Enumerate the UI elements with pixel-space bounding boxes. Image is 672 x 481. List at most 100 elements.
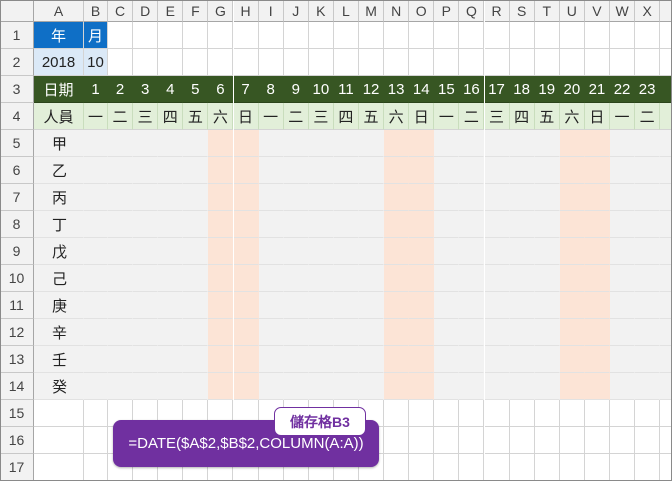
cell-shift[interactable] — [635, 373, 661, 400]
cell[interactable] — [133, 49, 159, 76]
cell[interactable] — [534, 427, 560, 454]
cell-shift[interactable] — [283, 130, 309, 157]
cell-day-number[interactable]: 21 — [584, 76, 610, 103]
cell[interactable] — [509, 427, 535, 454]
cell-shift[interactable] — [484, 373, 510, 400]
cell[interactable] — [509, 22, 535, 49]
cell[interactable] — [34, 427, 84, 454]
column-header-J[interactable]: J — [283, 0, 309, 22]
row-header-16[interactable]: 16 — [0, 427, 34, 454]
cell[interactable] — [84, 454, 108, 481]
cell-shift[interactable] — [158, 157, 184, 184]
column-header-X[interactable]: X — [635, 0, 661, 22]
cell[interactable] — [610, 49, 636, 76]
cell-shift[interactable] — [534, 265, 560, 292]
cell-shift[interactable] — [108, 184, 134, 211]
cell-shift[interactable] — [133, 184, 159, 211]
cell[interactable] — [283, 22, 309, 49]
cell-shift[interactable] — [258, 157, 284, 184]
cell-weekday[interactable]: 日 — [584, 103, 610, 130]
cell-shift[interactable] — [283, 265, 309, 292]
cell[interactable] — [308, 49, 334, 76]
cell-weekend-shift[interactable] — [208, 238, 234, 265]
cell-weekend-shift[interactable] — [559, 184, 585, 211]
cell-weekday[interactable] — [660, 103, 672, 130]
cell-shift[interactable] — [509, 157, 535, 184]
cell-shift[interactable] — [635, 346, 661, 373]
cell-shift[interactable] — [660, 265, 672, 292]
cell[interactable] — [384, 22, 410, 49]
cell-weekend-shift[interactable] — [208, 346, 234, 373]
row-header-5[interactable]: 5 — [0, 130, 34, 157]
row-header-8[interactable]: 8 — [0, 211, 34, 238]
cell-weekend-shift[interactable] — [409, 130, 435, 157]
cell-shift[interactable] — [308, 184, 334, 211]
cell-shift[interactable] — [333, 157, 359, 184]
cell-shift[interactable] — [183, 319, 209, 346]
cell-weekday[interactable]: 六 — [559, 103, 585, 130]
cell-weekend-shift[interactable] — [409, 211, 435, 238]
column-header-G[interactable]: G — [208, 0, 234, 22]
cell-weekday[interactable]: 一 — [84, 103, 108, 130]
cell-shift[interactable] — [534, 346, 560, 373]
cell-shift[interactable] — [359, 346, 385, 373]
cell[interactable] — [258, 49, 284, 76]
cell-shift[interactable] — [459, 346, 485, 373]
cell-shift[interactable] — [509, 319, 535, 346]
column-header-A[interactable]: A — [34, 0, 84, 22]
cell-shift[interactable] — [484, 238, 510, 265]
cell-shift[interactable] — [635, 292, 661, 319]
cell[interactable] — [534, 49, 560, 76]
cell-shift[interactable] — [635, 157, 661, 184]
cell-shift[interactable] — [359, 319, 385, 346]
cell-shift[interactable] — [108, 130, 134, 157]
cell-weekend-shift[interactable] — [233, 319, 259, 346]
cell[interactable] — [635, 427, 661, 454]
cell-shift[interactable] — [635, 265, 661, 292]
cell-weekend-shift[interactable] — [233, 373, 259, 400]
cell[interactable] — [534, 454, 560, 481]
row-header-15[interactable]: 15 — [0, 400, 34, 427]
cell-shift[interactable] — [610, 130, 636, 157]
cell-shift[interactable] — [333, 319, 359, 346]
cell-shift[interactable] — [308, 292, 334, 319]
cell[interactable] — [34, 454, 84, 481]
cell[interactable] — [359, 22, 385, 49]
cell[interactable] — [308, 22, 334, 49]
cell-shift[interactable] — [484, 211, 510, 238]
cell[interactable] — [660, 427, 672, 454]
cell-weekend-shift[interactable] — [384, 319, 410, 346]
cell-day-number[interactable]: 7 — [233, 76, 259, 103]
column-header-M[interactable]: M — [359, 0, 385, 22]
cell-weekend-shift[interactable] — [409, 265, 435, 292]
cell-weekend-shift[interactable] — [584, 184, 610, 211]
cell[interactable] — [660, 49, 672, 76]
cell-shift[interactable] — [308, 265, 334, 292]
cell[interactable] — [559, 454, 585, 481]
cell-shift[interactable] — [534, 238, 560, 265]
cell[interactable] — [108, 22, 134, 49]
cell-shift[interactable] — [84, 346, 108, 373]
cell[interactable] — [333, 22, 359, 49]
cell[interactable] — [409, 427, 435, 454]
cell-shift[interactable] — [133, 346, 159, 373]
column-header-B[interactable]: B — [84, 0, 108, 22]
cell-shift[interactable] — [534, 157, 560, 184]
cell-shift[interactable] — [84, 130, 108, 157]
cell-shift[interactable] — [283, 211, 309, 238]
cell-shift[interactable] — [333, 130, 359, 157]
cell-weekend-shift[interactable] — [584, 238, 610, 265]
column-header-C[interactable]: C — [108, 0, 134, 22]
cell-shift[interactable] — [183, 346, 209, 373]
cell[interactable] — [434, 49, 460, 76]
cell-shift[interactable] — [509, 346, 535, 373]
cell-shift[interactable] — [534, 373, 560, 400]
cell-shift[interactable] — [84, 211, 108, 238]
cell-person-name[interactable]: 丙 — [34, 184, 84, 211]
cell-shift[interactable] — [183, 130, 209, 157]
cell-day-number[interactable]: 12 — [359, 76, 385, 103]
cell-shift[interactable] — [258, 130, 284, 157]
cell[interactable] — [584, 454, 610, 481]
cell-day-number[interactable]: 13 — [384, 76, 410, 103]
cell[interactable] — [384, 427, 410, 454]
